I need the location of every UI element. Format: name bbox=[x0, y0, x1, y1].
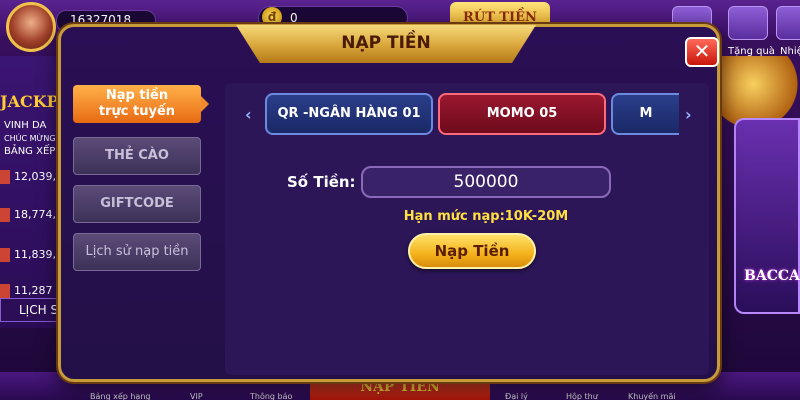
jackpot-congrats: CHÚC MỪNG T bbox=[4, 134, 63, 143]
chevron-left-icon[interactable]: ‹ bbox=[245, 105, 252, 124]
game-icon bbox=[0, 284, 10, 298]
deposit-modal: NẠP TIỀN ✕ Nạp tiền trực tuyến THẺ CÀO G… bbox=[58, 24, 720, 382]
leaderboard-row: 12,039,4 bbox=[0, 170, 63, 184]
close-icon: ✕ bbox=[693, 39, 711, 63]
game-icon bbox=[0, 170, 10, 184]
gift-icon[interactable] bbox=[728, 6, 768, 40]
amount-input[interactable]: 500000 bbox=[361, 166, 611, 198]
game-icon bbox=[0, 248, 10, 262]
news-icon[interactable] bbox=[776, 6, 800, 40]
bank-tab-qr[interactable]: QR -NGÂN HÀNG 01 bbox=[265, 93, 433, 135]
game-icon bbox=[0, 208, 10, 222]
baccarat-label: BACCA bbox=[744, 268, 800, 284]
coin-balance: 0 bbox=[290, 11, 298, 25]
nav-agent[interactable]: Đại lý bbox=[505, 392, 528, 400]
close-button[interactable]: ✕ bbox=[685, 37, 719, 67]
tab-online-deposit-line1: Nạp tiền bbox=[105, 88, 169, 103]
chevron-right-icon[interactable]: › bbox=[685, 105, 692, 124]
coin-bag-icon[interactable] bbox=[722, 56, 800, 126]
leaderboard-title: BẢNG XẾP H bbox=[4, 146, 67, 157]
nav-mailbox[interactable]: Hộp thư bbox=[566, 392, 598, 400]
tab-giftcode[interactable]: GIFTCODE bbox=[73, 185, 201, 223]
leaderboard-row: 11,839,7 bbox=[0, 248, 63, 262]
deposit-limit-text: Hạn mức nạp:10K-20M bbox=[403, 209, 569, 224]
avatar[interactable] bbox=[6, 2, 56, 52]
amount-label: Số Tiền: bbox=[287, 173, 356, 191]
tab-deposit-history[interactable]: Lịch sử nạp tiền bbox=[73, 233, 201, 271]
nav-leaderboard[interactable]: Bảng xếp hạng bbox=[90, 392, 150, 400]
bank-tab-next[interactable]: M bbox=[611, 93, 679, 135]
tab-online-deposit-line2: trực tuyến bbox=[98, 104, 176, 119]
history-button[interactable]: LỊCH S bbox=[0, 298, 60, 322]
leaderboard-row: 18,774,2 bbox=[0, 208, 63, 222]
tab-card[interactable]: THẺ CÀO bbox=[73, 137, 201, 175]
jackpot-subtitle: VINH DA bbox=[4, 120, 47, 131]
nav-notifications[interactable]: Thông báo bbox=[250, 392, 292, 400]
nav-vip[interactable]: VIP bbox=[190, 392, 203, 400]
baccarat-game-card[interactable] bbox=[734, 118, 800, 314]
bank-tab-momo[interactable]: MOMO 05 bbox=[438, 93, 606, 135]
leaderboard-row: 11,287 bbox=[0, 284, 53, 298]
nav-promotions[interactable]: Khuyến mãi bbox=[628, 392, 676, 400]
tab-online-deposit[interactable]: Nạp tiền trực tuyến bbox=[73, 85, 209, 123]
modal-title: NẠP TIỀN bbox=[341, 33, 431, 53]
deposit-submit-button[interactable]: Nạp Tiền bbox=[408, 233, 536, 269]
